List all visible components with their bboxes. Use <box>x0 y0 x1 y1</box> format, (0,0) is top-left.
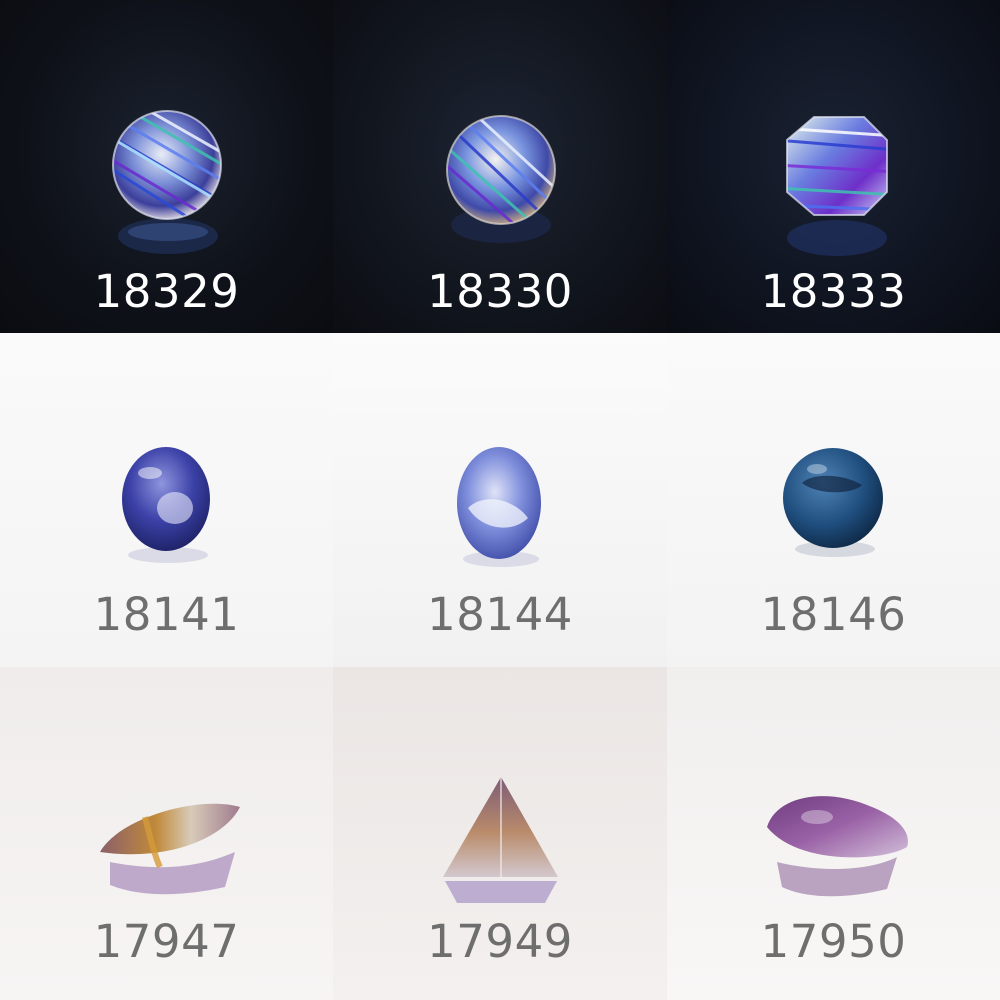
gem-tile-18144[interactable]: 18144 <box>333 333 667 667</box>
gem-code-label: 18144 <box>427 588 573 641</box>
gem-code-label: 18333 <box>760 265 907 318</box>
gem-code-label: 18330 <box>427 265 573 318</box>
gem-code-label: 17947 <box>93 915 240 968</box>
gem-code-label: 17950 <box>760 915 907 968</box>
gem-tile-18141[interactable]: 18141 <box>0 333 333 667</box>
gem-code-label: 18141 <box>93 588 240 641</box>
gem-tile-18330[interactable]: 18330 <box>333 0 667 333</box>
gem-tile-17949[interactable]: 17949 <box>333 667 667 1000</box>
gem-tile-17950[interactable]: 17950 <box>667 667 1000 1000</box>
gem-tile-18333[interactable]: 18333 <box>667 0 1000 333</box>
gem-tile-18146[interactable]: 18146 <box>667 333 1000 667</box>
gem-code-label: 18146 <box>760 588 907 641</box>
gem-grid: 18329 18330 18333 18141 18144 18146 1794… <box>0 0 1000 1000</box>
gem-code-label: 17949 <box>427 915 573 968</box>
gem-tile-18329[interactable]: 18329 <box>0 0 333 333</box>
gem-tile-17947[interactable]: 17947 <box>0 667 333 1000</box>
gem-code-label: 18329 <box>93 265 240 318</box>
